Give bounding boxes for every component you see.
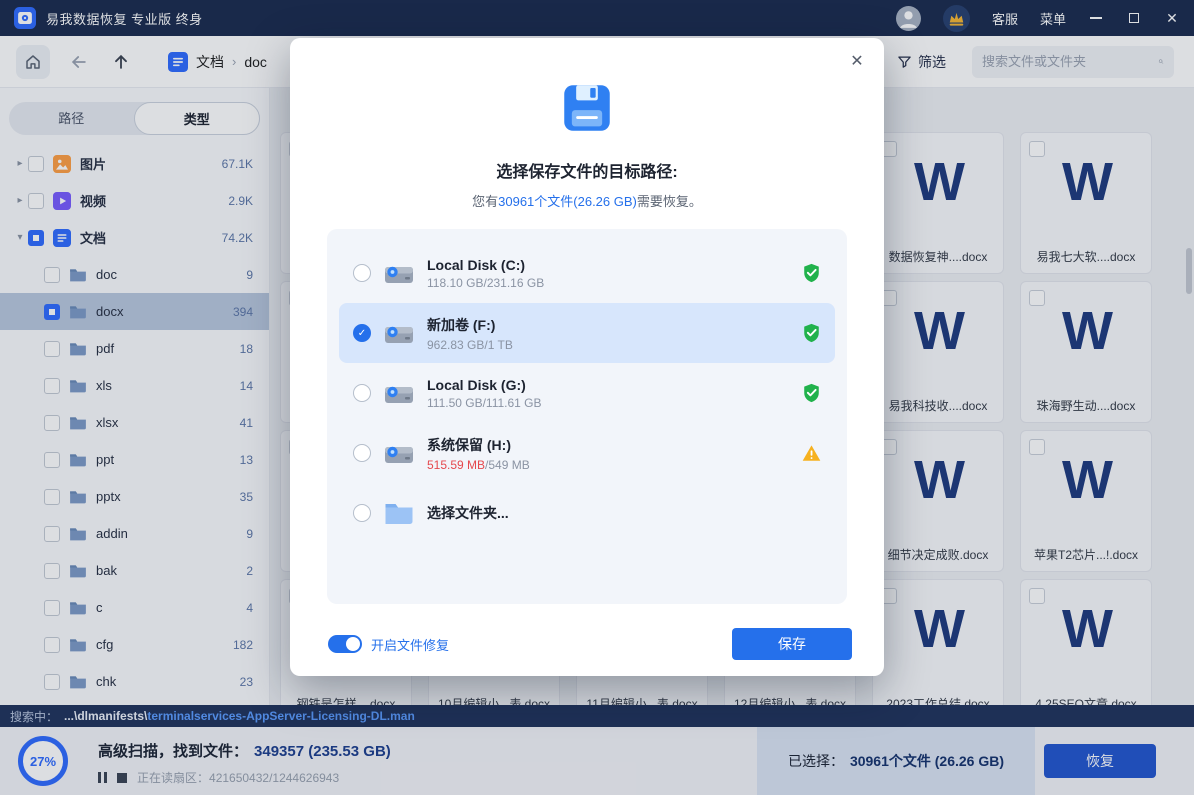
- drive-capacity: 962.83 GB/1 TB: [427, 338, 513, 352]
- drive-info: 选择文件夹...: [427, 503, 509, 523]
- drive-name: Local Disk (G:): [427, 377, 542, 393]
- shield-check-icon: [802, 323, 821, 343]
- radio-button[interactable]: [353, 444, 371, 462]
- drive-info: Local Disk (C:) 118.10 GB/231.16 GB: [427, 257, 544, 290]
- subtitle-prefix: 您有: [472, 194, 498, 209]
- save-path-dialog: ✕ 选择保存文件的目标路径: 您有30961个文件(26.26 GB)需要恢复。…: [290, 38, 884, 676]
- drive-name: 新加卷 (F:): [427, 315, 513, 335]
- drive-info: 系统保留 (H:) 515.59 MB/549 MB: [427, 435, 530, 472]
- radio-button[interactable]: [353, 264, 371, 282]
- shield-check-icon: [802, 263, 821, 283]
- file-repair-label: 开启文件修复: [371, 635, 449, 654]
- drive-icon: [384, 320, 414, 346]
- warning-icon: [802, 443, 821, 463]
- file-repair-toggle[interactable]: [328, 635, 362, 653]
- app-window: 易我数据恢复 专业版 终身 客服 菜单 ✕: [0, 0, 1194, 795]
- shield-check-icon: [802, 383, 821, 403]
- drive-option-2[interactable]: Local Disk (G:) 111.50 GB/111.61 GB: [339, 363, 835, 423]
- dialog-close-icon[interactable]: ✕: [846, 50, 868, 72]
- subtitle-highlight: 30961个文件(26.26 GB): [498, 194, 637, 209]
- save-button[interactable]: 保存: [732, 628, 852, 660]
- drive-icon: [384, 440, 414, 466]
- drive-capacity: 515.59 MB/549 MB: [427, 458, 530, 472]
- drive-capacity: 111.50 GB/111.61 GB: [427, 396, 542, 410]
- drive-option-3[interactable]: 系统保留 (H:) 515.59 MB/549 MB: [339, 423, 835, 483]
- drive-name: 选择文件夹...: [427, 503, 509, 523]
- drive-icon: [384, 260, 414, 286]
- drive-list: Local Disk (C:) 118.10 GB/231.16 GB ✓ 新加卷 (…: [327, 229, 847, 604]
- dialog-subtitle: 您有30961个文件(26.26 GB)需要恢复。: [290, 191, 884, 210]
- drive-capacity: 118.10 GB/231.16 GB: [427, 276, 544, 290]
- dialog-title: 选择保存文件的目标路径:: [290, 158, 884, 182]
- drive-icon: [384, 380, 414, 406]
- radio-button[interactable]: ✓: [353, 324, 371, 342]
- drive-info: Local Disk (G:) 111.50 GB/111.61 GB: [427, 377, 542, 410]
- radio-button[interactable]: [353, 504, 371, 522]
- drive-name: 系统保留 (H:): [427, 435, 530, 455]
- drive-option-0[interactable]: Local Disk (C:) 118.10 GB/231.16 GB: [339, 243, 835, 303]
- dialog-footer: 开启文件修复 保存: [328, 628, 852, 660]
- drive-option-4[interactable]: 选择文件夹...: [339, 483, 835, 543]
- drive-name: Local Disk (C:): [427, 257, 544, 273]
- drive-option-1[interactable]: ✓ 新加卷 (F:) 962.83 GB/1 TB: [339, 303, 835, 363]
- folder-icon: [384, 500, 414, 526]
- subtitle-suffix: 需要恢复。: [637, 194, 702, 209]
- radio-button[interactable]: [353, 384, 371, 402]
- floppy-disk-icon: [561, 82, 613, 134]
- drive-info: 新加卷 (F:) 962.83 GB/1 TB: [427, 315, 513, 352]
